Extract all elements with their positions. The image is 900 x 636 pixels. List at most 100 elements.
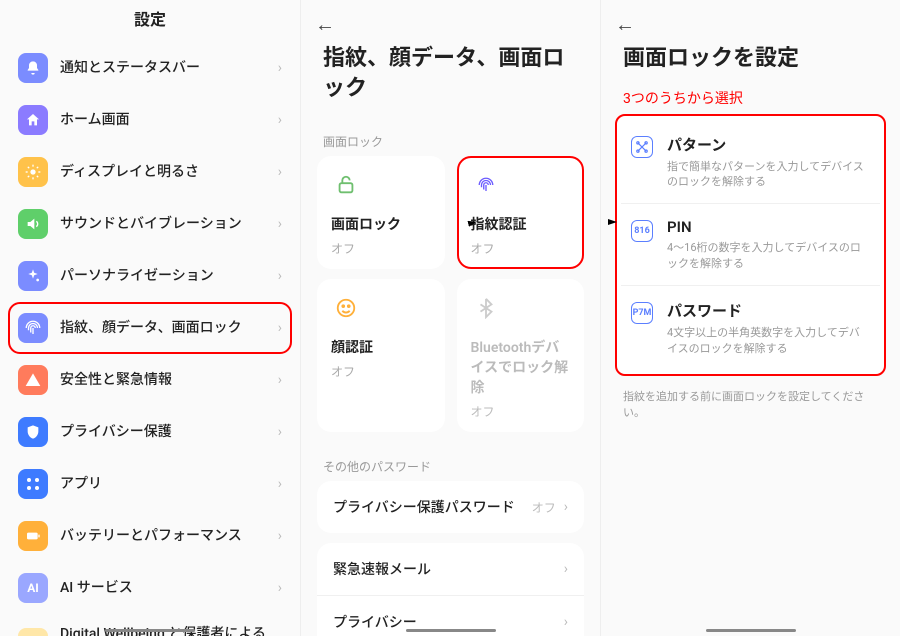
row-label: 緊急速報メール bbox=[333, 559, 564, 579]
settings-item-label: ディスプレイと明るさ bbox=[60, 163, 278, 181]
row-group-2: 緊急速報メール›プライバシー› bbox=[317, 543, 584, 636]
home-indicator[interactable] bbox=[706, 629, 796, 632]
option-title: パスワード bbox=[667, 300, 870, 321]
option-title: PIN bbox=[667, 218, 870, 236]
sparkle-icon bbox=[18, 261, 48, 291]
option-desc: 指で簡単なパターンを入力してデバイスのロックを解除する bbox=[667, 159, 870, 190]
settings-item-10[interactable]: AI AI サービス› bbox=[8, 562, 292, 614]
bluetooth-icon bbox=[471, 293, 501, 323]
lock-option-2[interactable]: P7M パスワード 4文字以上の半角英数字を入力してデバイスのロックを解除する bbox=[621, 285, 880, 370]
lock-card-bluetooth: Bluetoothデバイスでロック解除オフ bbox=[457, 279, 585, 432]
back-icon[interactable]: ← bbox=[615, 12, 635, 37]
settings-item-label: プライバシー保護 bbox=[60, 423, 278, 441]
lock-cards-row-2: 顔認証オフBluetoothデバイスでロック解除オフ bbox=[301, 279, 600, 442]
card-status: オフ bbox=[331, 363, 431, 380]
settings-item-4[interactable]: パーソナライゼーション› bbox=[8, 250, 292, 302]
settings-item-6[interactable]: 安全性と緊急情報› bbox=[8, 354, 292, 406]
lock-icon bbox=[331, 170, 361, 200]
option-desc: 4〜16桁の数字を入力してデバイスのロックを解除する bbox=[667, 240, 870, 271]
lock-card-lock[interactable]: 画面ロックオフ bbox=[317, 156, 445, 269]
home-indicator[interactable] bbox=[105, 629, 195, 632]
chevron-right-icon: › bbox=[278, 268, 282, 284]
card-title: 画面ロック bbox=[331, 214, 431, 234]
option-title: パターン bbox=[667, 134, 870, 155]
card-title: Bluetoothデバイスでロック解除 bbox=[471, 337, 571, 397]
pattern-icon bbox=[631, 136, 653, 158]
speaker-icon bbox=[18, 209, 48, 239]
fingerprint-icon bbox=[471, 170, 501, 200]
settings-item-9[interactable]: バッテリーとパフォーマンス› bbox=[8, 510, 292, 562]
footer-note: 指紋を追加する前に画面ロックを設定してください。 bbox=[601, 378, 900, 430]
settings-item-label: アプリ bbox=[60, 475, 278, 493]
page-title: 設定 bbox=[134, 10, 166, 29]
settings-item-11[interactable]: Digital Wellbeing と保護者による使用制限› bbox=[8, 614, 292, 636]
settings-header: 設定 bbox=[0, 0, 300, 40]
chevron-right-icon: › bbox=[278, 476, 282, 492]
row-group-1: プライバシー保護パスワードオフ› bbox=[317, 481, 584, 533]
lock-option-1[interactable]: 816 PIN 4〜16桁の数字を入力してデバイスのロックを解除する bbox=[621, 203, 880, 285]
settings-item-5[interactable]: 指紋、顔データ、画面ロック› bbox=[8, 302, 292, 354]
settings-item-label: サウンドとバイブレーション bbox=[60, 215, 278, 233]
settings-item-7[interactable]: プライバシー保護› bbox=[8, 406, 292, 458]
settings-row[interactable]: 緊急速報メール› bbox=[317, 543, 584, 595]
settings-item-label: パーソナライゼーション bbox=[60, 267, 278, 285]
option-desc: 4文字以上の半角英数字を入力してデバイスのロックを解除する bbox=[667, 325, 870, 356]
settings-item-3[interactable]: サウンドとバイブレーション› bbox=[8, 198, 292, 250]
setup-lock-column: ← 画面ロックを設定 3つのうちから選択 パターン指で簡単なパターンを入力してデ… bbox=[600, 0, 900, 636]
settings-item-1[interactable]: ホーム画面› bbox=[8, 94, 292, 146]
settings-item-label: AI サービス bbox=[60, 579, 278, 597]
chevron-right-icon: › bbox=[278, 164, 282, 180]
settings-item-8[interactable]: アプリ› bbox=[8, 458, 292, 510]
settings-item-label: ホーム画面 bbox=[60, 111, 278, 129]
settings-list: 通知とステータスバー›ホーム画面›ディスプレイと明るさ›サウンドとバイブレーショ… bbox=[0, 40, 300, 636]
lock-card-fingerprint[interactable]: 指紋認証オフ bbox=[457, 156, 585, 269]
chevron-right-icon: › bbox=[278, 112, 282, 128]
home-indicator[interactable] bbox=[406, 629, 496, 632]
password-icon: P7M bbox=[631, 302, 653, 324]
home-icon bbox=[18, 105, 48, 135]
wellbeing-icon bbox=[18, 628, 48, 636]
lock-options-group: パターン指で簡単なパターンを入力してデバイスのロックを解除する 816 PIN 4〜1… bbox=[615, 114, 886, 376]
bell-icon bbox=[18, 53, 48, 83]
chevron-right-icon: › bbox=[278, 424, 282, 440]
lock-column: ← 指紋、顔データ、画面ロック 画面ロック 画面ロックオフ指紋認証オフ 顔認証オ… bbox=[300, 0, 600, 636]
chevron-right-icon: › bbox=[278, 528, 282, 544]
face-icon bbox=[331, 293, 361, 323]
AI-icon: AI bbox=[18, 573, 48, 603]
card-status: オフ bbox=[471, 403, 571, 420]
settings-item-0[interactable]: 通知とステータスバー› bbox=[8, 42, 292, 94]
section-label-screen-lock: 画面ロック bbox=[301, 117, 600, 156]
lock-cards-row-1: 画面ロックオフ指紋認証オフ bbox=[301, 156, 600, 279]
sun-icon bbox=[18, 157, 48, 187]
card-title: 指紋認証 bbox=[471, 214, 571, 234]
shield-icon bbox=[18, 417, 48, 447]
battery-icon bbox=[18, 521, 48, 551]
card-status: オフ bbox=[471, 240, 571, 257]
chevron-right-icon: › bbox=[564, 614, 568, 630]
back-icon[interactable]: ← bbox=[315, 12, 335, 37]
lock-option-0[interactable]: パターン指で簡単なパターンを入力してデバイスのロックを解除する bbox=[621, 120, 880, 204]
chevron-right-icon: › bbox=[278, 320, 282, 336]
row-label: プライバシー保護パスワード bbox=[333, 497, 532, 517]
apps-icon bbox=[18, 469, 48, 499]
card-title: 顔認証 bbox=[331, 337, 431, 357]
chevron-right-icon: › bbox=[564, 499, 568, 515]
settings-item-label: 通知とステータスバー bbox=[60, 59, 278, 77]
fingerprint-icon bbox=[18, 313, 48, 343]
section-label-other-pw: その他のパスワード bbox=[301, 442, 600, 481]
card-status: オフ bbox=[331, 240, 431, 257]
lock-card-face[interactable]: 顔認証オフ bbox=[317, 279, 445, 432]
annotation-text: 3つのうちから選択 bbox=[601, 88, 900, 112]
chevron-right-icon: › bbox=[278, 580, 282, 596]
settings-column: 設定 通知とステータスバー›ホーム画面›ディスプレイと明るさ›サウンドとバイブレ… bbox=[0, 0, 300, 636]
chevron-right-icon: › bbox=[278, 372, 282, 388]
chevron-right-icon: › bbox=[564, 561, 568, 577]
settings-item-label: 安全性と緊急情報 bbox=[60, 371, 278, 389]
page-title: 指紋、顔データ、画面ロック bbox=[301, 34, 600, 117]
settings-item-2[interactable]: ディスプレイと明るさ› bbox=[8, 146, 292, 198]
pin-icon: 816 bbox=[631, 220, 653, 242]
settings-row[interactable]: プライバシー保護パスワードオフ› bbox=[317, 481, 584, 533]
alert-icon bbox=[18, 365, 48, 395]
chevron-right-icon: › bbox=[278, 60, 282, 76]
settings-item-label: バッテリーとパフォーマンス bbox=[60, 527, 278, 545]
